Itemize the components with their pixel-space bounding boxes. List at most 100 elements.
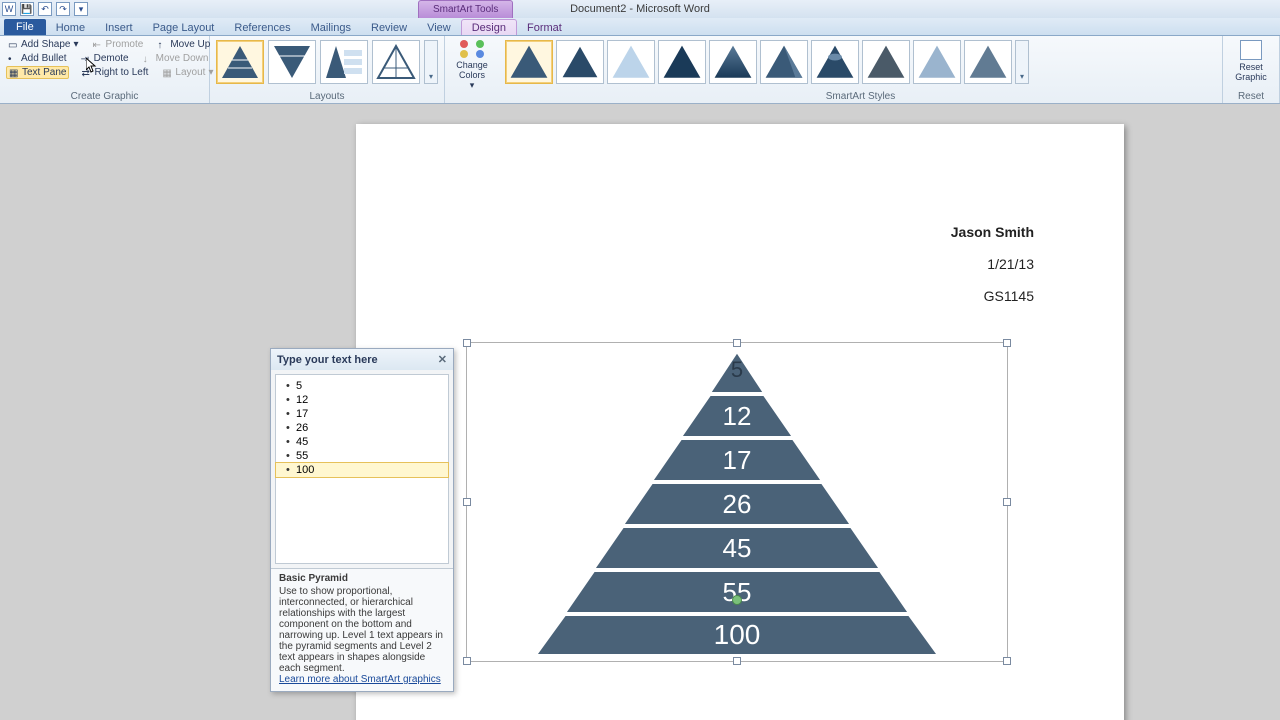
demote-icon: ⇥ [81, 54, 91, 64]
text-pane-item[interactable]: 45 [276, 435, 448, 449]
text-pane-item-selected[interactable]: 100 [276, 463, 448, 477]
group-label-reset: Reset [1229, 91, 1273, 103]
tab-mailings[interactable]: Mailings [301, 20, 361, 35]
tab-references[interactable]: References [224, 20, 300, 35]
text-pane-description: Basic Pyramid Use to show proportional, … [271, 568, 453, 691]
group-label-styles: SmartArt Styles [505, 91, 1216, 103]
text-pane-title: Type your text here [277, 354, 378, 366]
style-1[interactable] [505, 40, 553, 84]
page[interactable]: Jason Smith 1/21/13 GS1145 [356, 124, 1124, 720]
pyramid-label-2[interactable]: 17 [723, 445, 752, 476]
add-bullet-icon: • [8, 54, 18, 64]
group-create-graphic: ▭Add Shape ▾ ⇤Promote ↑Move Up •Add Bull… [0, 36, 210, 103]
style-3[interactable] [607, 40, 655, 84]
layout-inverted-pyramid[interactable] [268, 40, 316, 84]
pyramid-smartart[interactable]: 5 12 17 26 45 55 100 [477, 347, 997, 657]
save-icon[interactable]: 💾 [20, 2, 34, 16]
pyramid-label-4[interactable]: 45 [723, 533, 752, 564]
move-up-button[interactable]: ↑Move Up [155, 38, 212, 51]
ribbon-tabs: File Home Insert Page Layout References … [0, 18, 1280, 36]
qat-more-icon[interactable]: ▾ [74, 2, 88, 16]
layout-segmented-pyramid[interactable] [372, 40, 420, 84]
style-7[interactable] [811, 40, 859, 84]
reset-graphic-button[interactable]: Reset Graphic [1229, 38, 1273, 82]
pyramid-label-6[interactable]: 100 [714, 619, 761, 651]
tab-format[interactable]: Format [517, 20, 572, 35]
move-up-icon: ↑ [157, 40, 167, 50]
group-reset: Reset Graphic Reset [1223, 36, 1280, 103]
word-app-icon: W [2, 2, 16, 16]
document-canvas[interactable]: Jason Smith 1/21/13 GS1145 [0, 104, 1280, 720]
style-5[interactable] [709, 40, 757, 84]
tab-home[interactable]: Home [46, 20, 95, 35]
resize-handle[interactable] [733, 657, 741, 665]
tab-file[interactable]: File [4, 19, 46, 35]
layout-pyramid-list[interactable] [320, 40, 368, 84]
add-bullet-button[interactable]: •Add Bullet [6, 52, 69, 65]
quick-access-toolbar: W 💾 ↶ ↷ ▾ [0, 0, 88, 18]
tab-page-layout[interactable]: Page Layout [143, 20, 225, 35]
resize-handle[interactable] [733, 339, 741, 347]
style-10[interactable] [964, 40, 1012, 84]
text-pane-body[interactable]: 5 12 17 26 45 55 100 [275, 374, 449, 564]
redo-icon[interactable]: ↷ [56, 2, 70, 16]
resize-handle[interactable] [463, 339, 471, 347]
style-4[interactable] [658, 40, 706, 84]
pyramid-label-3[interactable]: 26 [723, 489, 752, 520]
resize-handle[interactable] [463, 657, 471, 665]
style-6[interactable] [760, 40, 808, 84]
style-8[interactable] [862, 40, 910, 84]
undo-icon[interactable]: ↶ [38, 2, 52, 16]
resize-handle[interactable] [1003, 657, 1011, 665]
author-name: Jason Smith [951, 224, 1034, 240]
contextual-tab-group: SmartArt Tools [418, 0, 513, 18]
resize-handle[interactable] [1003, 498, 1011, 506]
document-date: 1/21/13 [987, 256, 1034, 272]
text-pane-item[interactable]: 5 [276, 379, 448, 393]
text-pane-item[interactable]: 17 [276, 407, 448, 421]
add-shape-button[interactable]: ▭Add Shape ▾ [6, 38, 81, 51]
class-code: GS1145 [984, 288, 1034, 304]
smartart-frame[interactable]: 5 12 17 26 45 55 100 [466, 342, 1008, 662]
layout-basic-pyramid[interactable] [216, 40, 264, 84]
reset-icon [1240, 40, 1262, 60]
group-label-layouts: Layouts [216, 91, 438, 103]
resize-handle[interactable] [1003, 339, 1011, 347]
demote-button[interactable]: ⇥Demote [79, 52, 131, 65]
pyramid-label-1[interactable]: 12 [723, 401, 752, 432]
text-pane-header: Type your text here ✕ [271, 349, 453, 370]
add-shape-icon: ▭ [8, 40, 18, 50]
right-to-left-button[interactable]: ⇄Right to Left [79, 66, 150, 79]
learn-more-link[interactable]: Learn more about SmartArt graphics [279, 674, 445, 685]
style-2[interactable] [556, 40, 604, 84]
text-pane-item[interactable]: 12 [276, 393, 448, 407]
text-pane-button[interactable]: ▦Text Pane [6, 66, 69, 79]
promote-button: ⇤Promote [91, 38, 146, 51]
text-pane-item[interactable]: 26 [276, 421, 448, 435]
group-label-create-graphic: Create Graphic [6, 91, 203, 103]
tab-insert[interactable]: Insert [95, 20, 143, 35]
layouts-more-button[interactable]: ▾ [424, 40, 438, 84]
pyramid-label-0[interactable]: 5 [731, 357, 743, 383]
rotate-handle[interactable] [732, 595, 742, 605]
ribbon: ▭Add Shape ▾ ⇤Promote ↑Move Up •Add Bull… [0, 36, 1280, 104]
tab-view[interactable]: View [417, 20, 461, 35]
styles-more-button[interactable]: ▾ [1015, 40, 1029, 84]
change-colors-button[interactable]: Change Colors ▾ [451, 38, 493, 93]
text-pane-panel[interactable]: Type your text here ✕ 5 12 17 26 45 55 1… [270, 348, 454, 692]
move-down-icon: ↓ [143, 54, 153, 64]
rtl-icon: ⇄ [81, 68, 91, 78]
tab-review[interactable]: Review [361, 20, 417, 35]
group-layouts: ▾ Layouts [210, 36, 445, 103]
text-pane-item[interactable]: 55 [276, 449, 448, 463]
title-bar: W 💾 ↶ ↷ ▾ Document2 - Microsoft Word Sma… [0, 0, 1280, 18]
text-pane-close-icon[interactable]: ✕ [438, 353, 447, 366]
tab-design[interactable]: Design [461, 19, 517, 35]
text-pane-icon: ▦ [9, 68, 19, 78]
move-down-button: ↓Move Down [141, 52, 211, 65]
desc-title: Basic Pyramid [279, 573, 445, 584]
style-9[interactable] [913, 40, 961, 84]
change-colors-icon [460, 40, 484, 58]
group-smartart-styles: ▾ SmartArt Styles [499, 36, 1223, 103]
resize-handle[interactable] [463, 498, 471, 506]
